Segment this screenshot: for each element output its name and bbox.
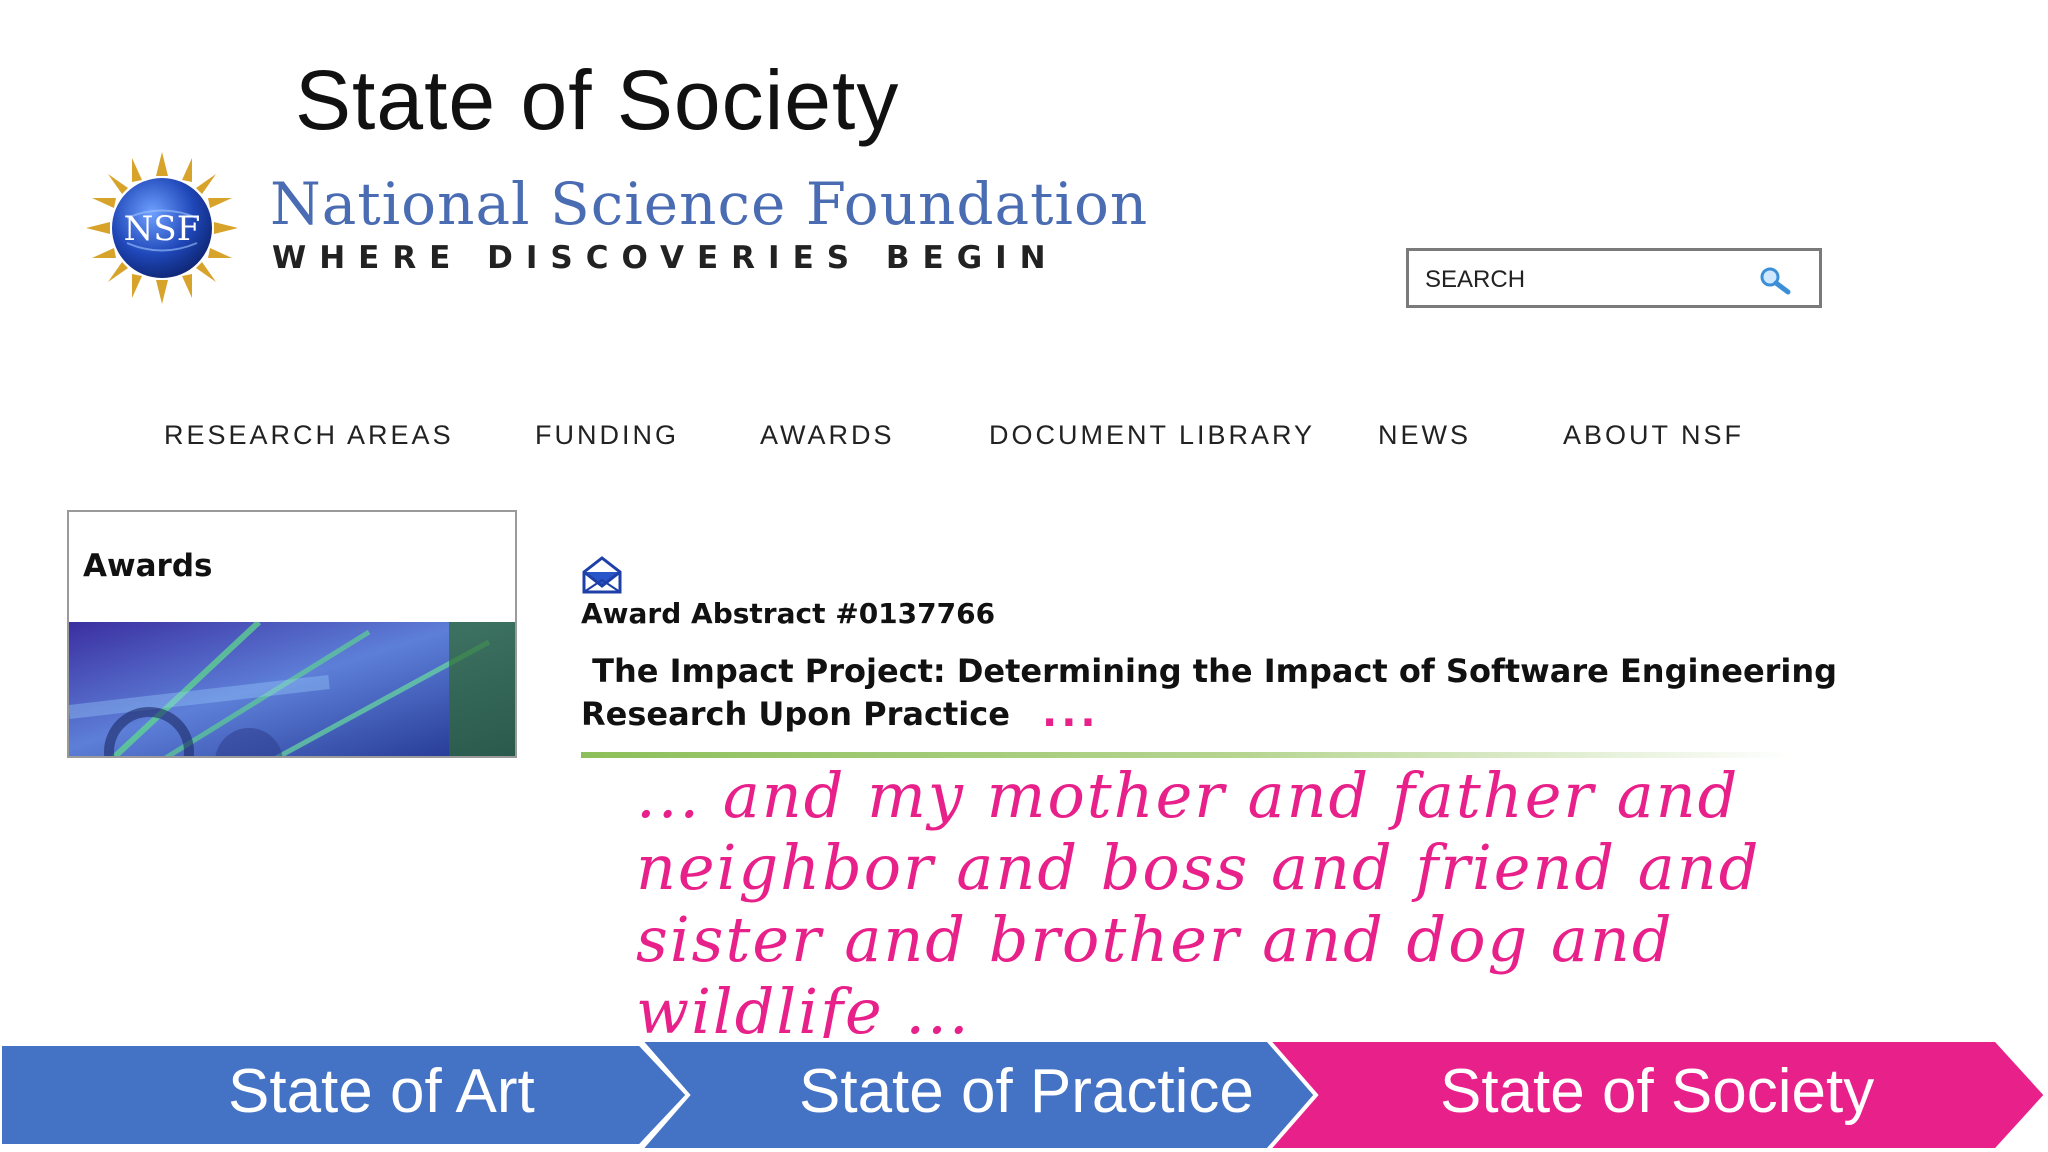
nav-item-document-library[interactable]: DOCUMENT LIBRARY [989,420,1315,451]
mail-icon[interactable] [580,556,624,594]
awards-sidebar: Awards [67,510,517,758]
nsf-logo: NSF [86,152,238,304]
stage-label-state-of-art: State of Art [228,1057,535,1126]
awards-heading: Awards [83,548,213,584]
nav-item-funding[interactable]: FUNDING [535,420,679,451]
nsf-logo-text: NSF [124,209,201,249]
nav-item-awards[interactable]: AWARDS [760,420,895,451]
awards-banner-image [69,622,515,756]
nav-item-about-nsf[interactable]: ABOUT NSF [1563,420,1744,451]
nav-item-news[interactable]: NEWS [1378,420,1471,451]
title-ellipsis: ... [1042,690,1100,736]
handwritten-annotation: ... and my mother and father and neighbo… [636,759,1761,1048]
award-abstract-title: The Impact Project: Determining the Impa… [581,652,1838,733]
nav-item-research-areas[interactable]: RESEARCH AREAS [164,420,454,451]
search-input[interactable] [1423,261,1747,299]
search-box[interactable] [1406,248,1822,308]
divider-rule [581,752,1791,758]
award-abstract-id: Award Abstract #0137766 [581,597,996,630]
nsf-tagline: WHERE DISCOVERIES BEGIN [272,240,1059,276]
stage-label-state-of-society: State of Society [1440,1057,1875,1126]
search-icon[interactable] [1757,265,1793,295]
slide-title: State of Society [295,53,900,147]
stage-label-state-of-practice: State of Practice [799,1057,1254,1126]
nsf-name: National Science Foundation [270,170,1149,238]
main-nav: RESEARCH AREAS FUNDING AWARDS DOCUMENT L… [0,420,2048,460]
